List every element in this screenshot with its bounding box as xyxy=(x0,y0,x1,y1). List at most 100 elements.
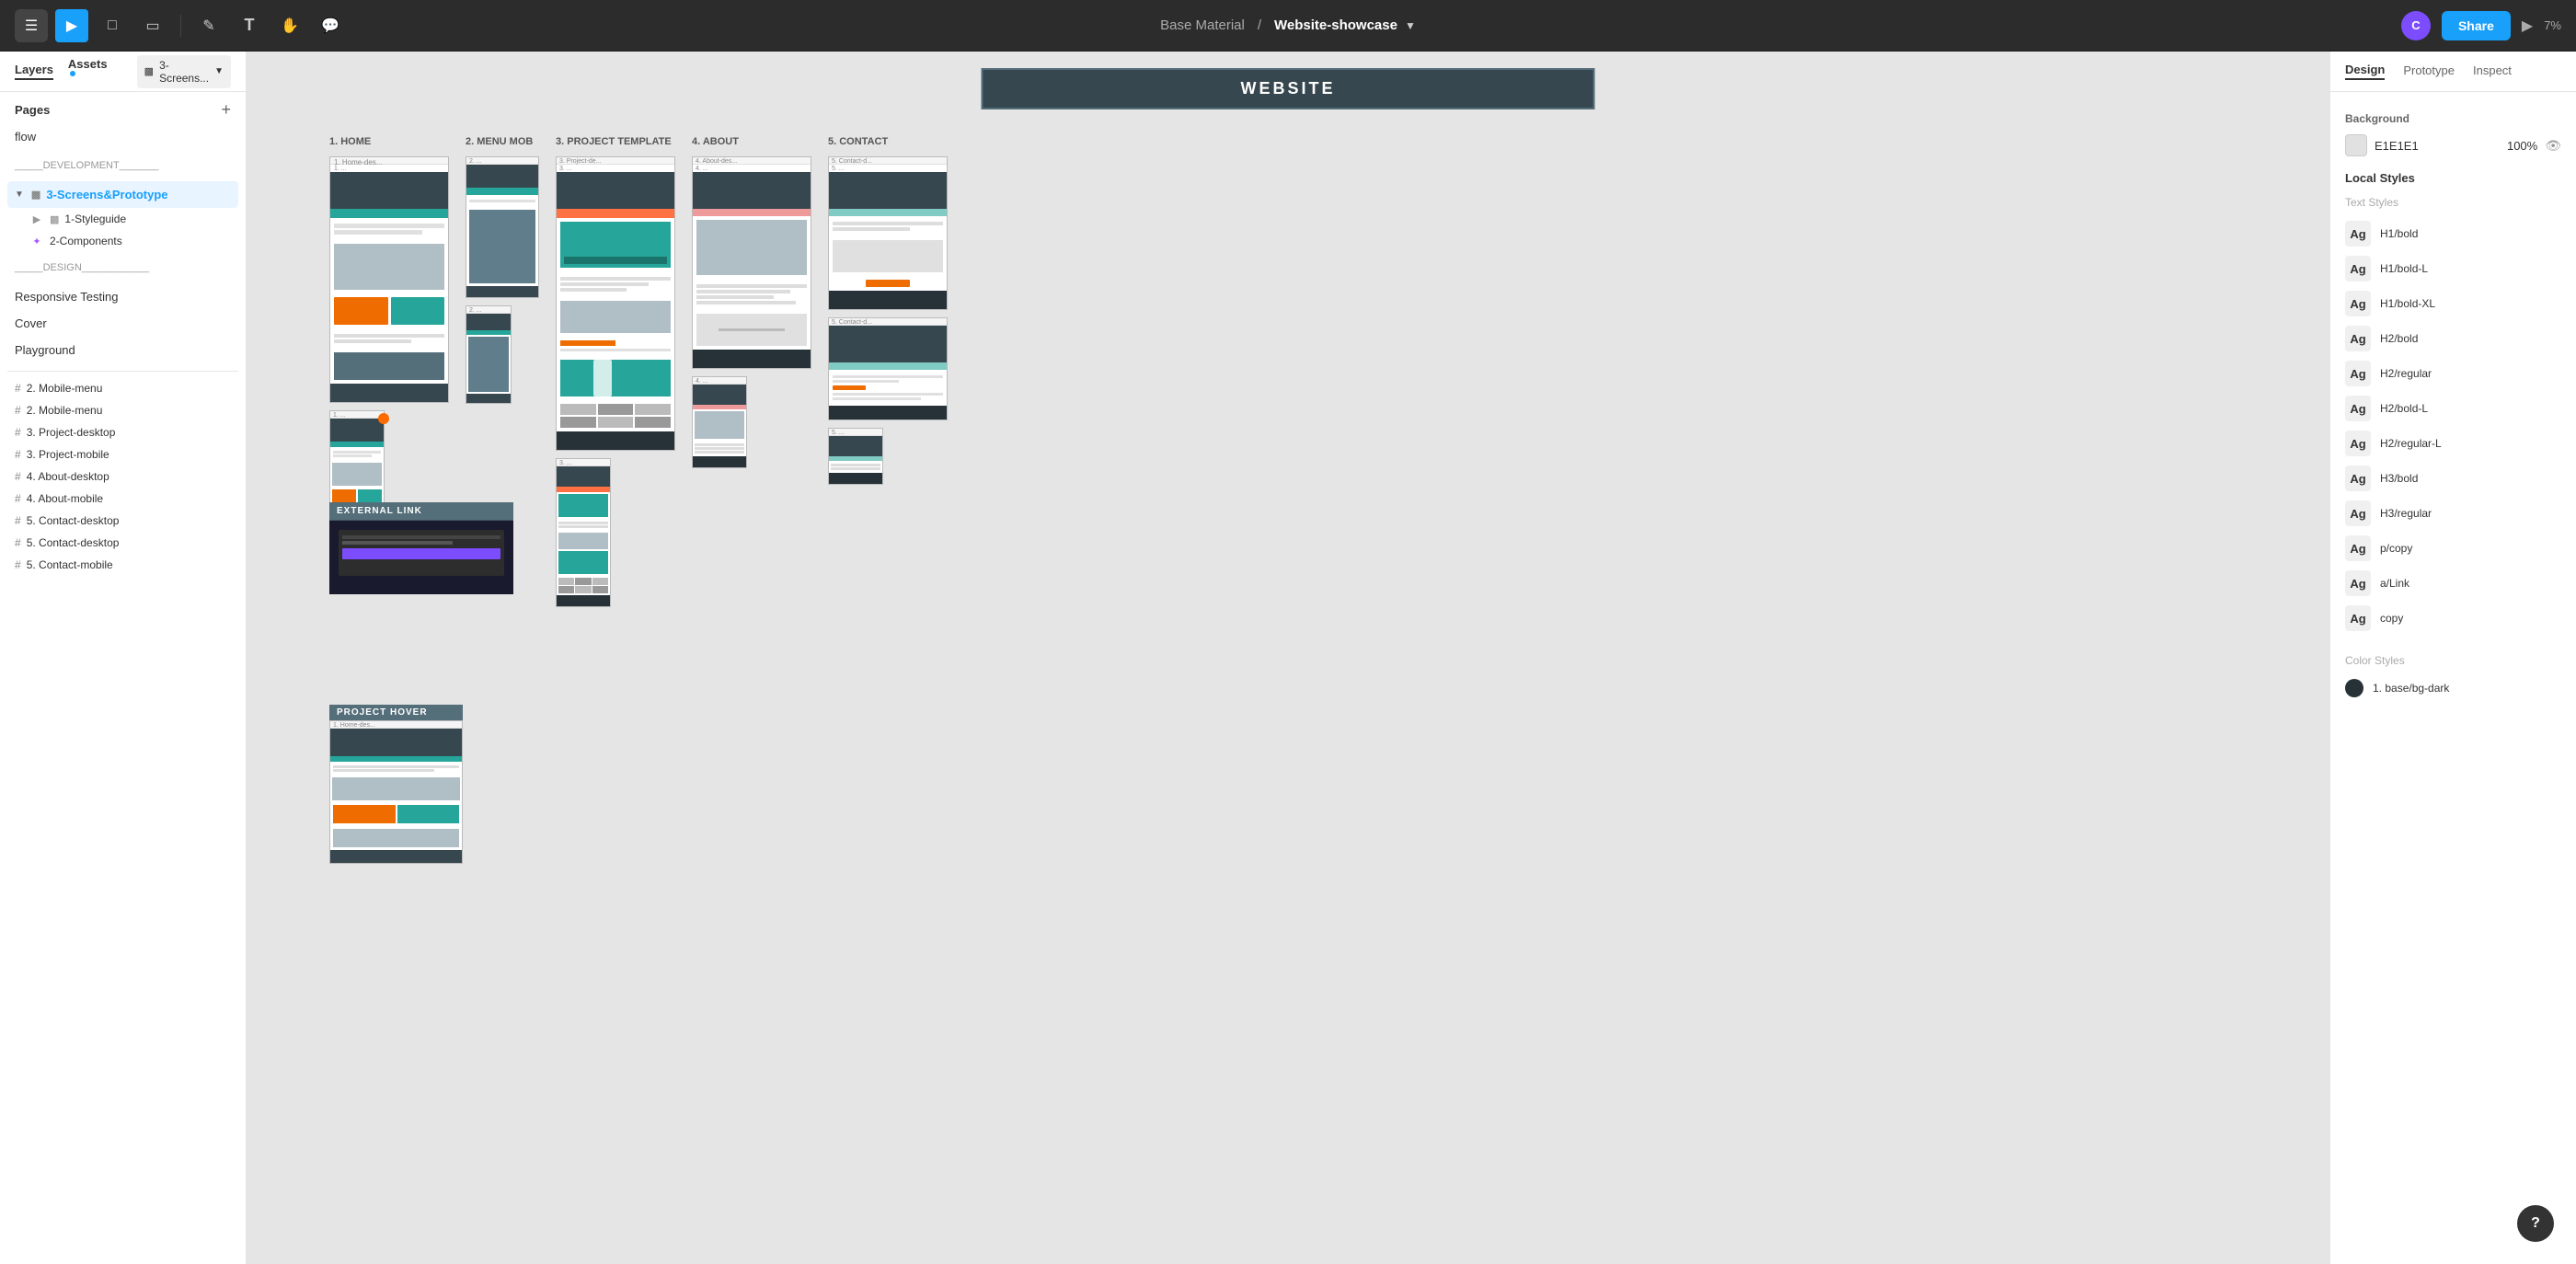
page-item-playground[interactable]: Playground xyxy=(7,337,238,363)
menu-icon: ☰ xyxy=(25,17,38,35)
frame-menu-mobile[interactable]: 2. ... xyxy=(466,305,512,404)
style-ag-preview: Ag xyxy=(2345,465,2371,491)
frame-tool[interactable]: □ xyxy=(96,9,129,42)
share-button[interactable]: Share xyxy=(2442,11,2511,40)
style-ag-preview: Ag xyxy=(2345,431,2371,456)
style-name: H2/regular xyxy=(2380,367,2432,380)
tab-prototype[interactable]: Prototype xyxy=(2403,63,2455,79)
layer-contact-mobile[interactable]: # 5. Contact-mobile xyxy=(7,554,238,576)
frame-icon-styleguide: ▩ xyxy=(50,213,59,225)
layer-about-mobile[interactable]: # 4. About-mobile xyxy=(7,488,238,510)
style-item-h1bold[interactable]: Ag H1/bold xyxy=(2345,216,2561,251)
style-item-pcopy[interactable]: Ag p/copy xyxy=(2345,531,2561,566)
style-item-alink[interactable]: Ag a/Link xyxy=(2345,566,2561,601)
style-item-h3bold[interactable]: Ag H3/bold xyxy=(2345,461,2561,496)
text-tool[interactable]: T xyxy=(233,9,266,42)
frame-sublabel2: 4. ... xyxy=(693,165,811,172)
layer-contact-desktop-2[interactable]: # 5. Contact-desktop xyxy=(7,532,238,554)
chevron-right-icon: ▶ xyxy=(29,213,44,225)
page-item-responsive[interactable]: Responsive Testing xyxy=(7,283,238,310)
menu-button[interactable]: ☰ xyxy=(15,9,48,42)
style-item-h2bold[interactable]: Ag H2/bold xyxy=(2345,321,2561,356)
tab-inspect[interactable]: Inspect xyxy=(2473,63,2512,79)
project-hover-card[interactable]: PROJECT HOVER 1. Home-des... xyxy=(329,705,463,864)
background-opacity-value[interactable]: 100% xyxy=(2507,139,2537,153)
style-item-h2regular-l[interactable]: Ag H2/regular-L xyxy=(2345,426,2561,461)
tab-layers[interactable]: Layers xyxy=(15,63,53,80)
frame-project-desktop[interactable]: 3. Project-de... 3. ... xyxy=(556,156,675,451)
rect-tool[interactable]: ▭ xyxy=(136,9,169,42)
style-name: a/Link xyxy=(2380,577,2409,590)
visibility-toggle-icon[interactable]: 👁 xyxy=(2545,138,2561,154)
color-style-item-bg-dark[interactable]: 1. base/bg-dark xyxy=(2345,674,2561,702)
color-swatch-bg-dark xyxy=(2345,679,2363,697)
style-ag-preview: Ag xyxy=(2345,605,2371,631)
style-item-h1bold-xl[interactable]: Ag H1/bold-XL xyxy=(2345,286,2561,321)
page-item-styleguide[interactable]: ▶ ▩ 1-Styleguide xyxy=(7,208,238,230)
tab-design[interactable]: Design xyxy=(2345,63,2385,80)
frame-sublabel: 5. Contact-d... xyxy=(829,157,947,165)
background-color-swatch[interactable] xyxy=(2345,134,2367,156)
frame-col-project: 3. PROJECT TEMPLATE 3. Project-de... 3. … xyxy=(556,134,675,607)
frame-section-label-project: 3. PROJECT TEMPLATE xyxy=(556,134,675,149)
layer-project-mobile[interactable]: # 3. Project-mobile xyxy=(7,443,238,465)
style-item-h2regular[interactable]: Ag H2/regular xyxy=(2345,356,2561,391)
pointer-tool[interactable]: ▶ xyxy=(55,9,88,42)
layer-project-desktop[interactable]: # 3. Project-desktop xyxy=(7,421,238,443)
layer-mobile-menu-1[interactable]: # 2. Mobile-menu xyxy=(7,377,238,399)
right-panel-tabs: Design Prototype Inspect xyxy=(2330,52,2576,92)
hash-icon: # xyxy=(15,492,21,505)
active-page-chip[interactable]: ▩ 3-Screens... ▼ xyxy=(137,55,231,88)
zoom-level[interactable]: 7% xyxy=(2544,18,2561,32)
dot-orange-indicator xyxy=(378,413,389,424)
external-link-body xyxy=(329,521,513,594)
frame-home-desktop[interactable]: 1. Home-des... 1. ... xyxy=(329,156,449,403)
layer-label: 3. Project-mobile xyxy=(27,448,109,461)
page-item-flow[interactable]: flow xyxy=(7,123,238,150)
chevron-down-icon: ▼ xyxy=(214,66,224,76)
frame-menu-desktop[interactable]: 2. ... xyxy=(466,156,539,298)
layer-about-desktop[interactable]: # 4. About-desktop xyxy=(7,465,238,488)
play-button[interactable]: ▶ xyxy=(2522,17,2533,35)
separator-text-dev: _____DEVELOPMENT_______ xyxy=(15,160,159,171)
frame-about-mobile[interactable]: 4. ... xyxy=(692,376,747,468)
layer-mobile-menu-2[interactable]: # 2. Mobile-menu xyxy=(7,399,238,421)
canvas-area[interactable]: WEBSITE 1. HOME 1. Home-des... 1. ... xyxy=(247,52,2329,1264)
file-name-chevron-icon[interactable]: ▼ xyxy=(1405,19,1416,32)
layer-label: 2. Mobile-menu xyxy=(27,382,103,395)
style-item-h3regular[interactable]: Ag H3/regular xyxy=(2345,496,2561,531)
hash-icon: # xyxy=(15,382,21,395)
right-panel: Design Prototype Inspect Background E1E1… xyxy=(2329,52,2576,1264)
chevron-down-icon: ▼ xyxy=(15,190,24,200)
style-item-h2bold-l[interactable]: Ag H2/bold-L xyxy=(2345,391,2561,426)
frame-section-label-home: 1. HOME xyxy=(329,134,449,149)
page-item-components[interactable]: ✦ 2-Components xyxy=(7,230,238,252)
frame-icon-3screens: ▩ xyxy=(31,189,40,201)
tab-assets[interactable]: Assets xyxy=(68,57,108,86)
user-avatar[interactable]: C xyxy=(2401,11,2431,40)
style-ag-preview: Ag xyxy=(2345,396,2371,421)
add-page-button[interactable]: + xyxy=(221,101,231,118)
frame-icon: □ xyxy=(108,17,117,34)
external-link-card[interactable]: EXTERNAL LINK xyxy=(329,502,513,594)
layer-contact-desktop-1[interactable]: # 5. Contact-desktop xyxy=(7,510,238,532)
rect-icon: ▭ xyxy=(145,17,159,35)
frame-contact-mobile[interactable]: 5. ... xyxy=(828,428,883,485)
frame-about-desktop[interactable]: 4. About-des... 4. ... xyxy=(692,156,811,369)
help-button[interactable]: ? xyxy=(2517,1205,2554,1242)
background-color-value[interactable]: E1E1E1 xyxy=(2375,139,2500,153)
style-item-h1bold-l[interactable]: Ag H1/bold-L xyxy=(2345,251,2561,286)
frame-contact-desktop[interactable]: 5. Contact-d... 5. ... xyxy=(828,156,948,310)
hand-tool[interactable]: ✋ xyxy=(273,9,306,42)
play-icon: ▶ xyxy=(2522,18,2533,34)
frame-contact-desktop-2[interactable]: 5. Contact-d... xyxy=(828,317,948,420)
frame-project-mobile[interactable]: 3. ... xyxy=(556,458,611,607)
toolbar-center: Base Material / Website-showcase ▼ xyxy=(1160,17,1416,33)
separator-text-design: _____DESIGN____________ xyxy=(15,262,149,273)
page-item-3screens[interactable]: ▼ ▩ 3-Screens&Prototype xyxy=(7,181,238,208)
style-item-copy[interactable]: Ag copy xyxy=(2345,601,2561,636)
pen-tool[interactable]: ✎ xyxy=(192,9,225,42)
toolbar: ☰ ▶ □ ▭ ✎ T ✋ 💬 Base Material / Website-… xyxy=(0,0,2576,52)
page-item-cover[interactable]: Cover xyxy=(7,310,238,337)
comment-tool[interactable]: 💬 xyxy=(314,9,347,42)
